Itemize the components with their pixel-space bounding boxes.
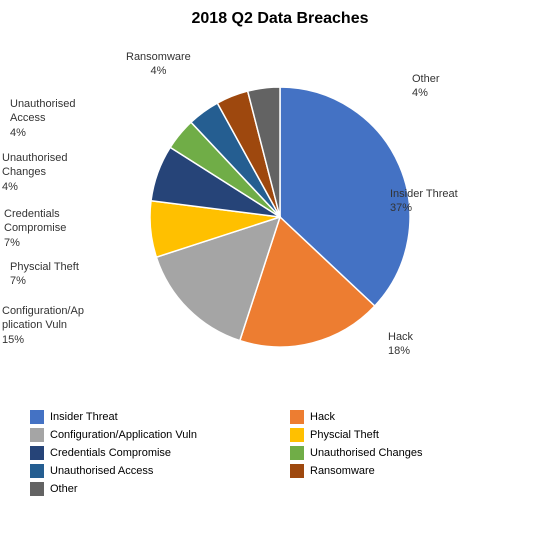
label-physical-theft: Physcial Theft7% [10,260,79,289]
legend-item: Unauthorised Changes [290,446,530,460]
chart-title: 2018 Q2 Data Breaches [192,10,369,28]
legend-color-box [290,428,304,442]
legend-color-box [290,464,304,478]
legend-item: Credentials Compromise [30,446,270,460]
label-other: Other4% [412,72,440,101]
legend-color-box [30,464,44,478]
legend-label: Unauthorised Access [50,465,153,477]
label-hack: Hack18% [388,330,413,359]
legend-label: Credentials Compromise [50,447,171,459]
label-insider-threat: Insider Threat37% [390,187,458,216]
legend-item: Unauthorised Access [30,464,270,478]
legend-label: Ransomware [310,465,375,477]
label-unauth-changes: UnauthorisedChanges4% [2,151,67,194]
legend-label: Unauthorised Changes [310,447,423,459]
pie-chart [130,67,430,367]
legend-color-box [290,446,304,460]
legend-label: Insider Threat [50,411,118,423]
label-ransomware: Ransomware4% [126,50,191,79]
legend-item: Physcial Theft [290,428,530,442]
legend: Insider Threat Hack Configuration/Applicat… [0,402,560,504]
legend-color-box [30,428,44,442]
legend-label: Physcial Theft [310,429,379,441]
legend-item: Insider Threat [30,410,270,424]
legend-item: Other [30,482,270,496]
legend-label: Other [50,483,78,495]
label-unauth-access: UnauthorisedAccess4% [10,97,75,140]
label-credentials: CredentialsCompromise7% [4,207,66,250]
legend-color-box [30,446,44,460]
main-container: 2018 Q2 Data Breaches Insider Threat37% … [0,0,560,537]
legend-label: Hack [310,411,335,423]
legend-item: Hack [290,410,530,424]
legend-label: Configuration/Application Vuln [50,429,197,441]
label-config-vuln: Configuration/Application Vuln15% [2,304,84,347]
legend-color-box [30,410,44,424]
chart-area: Insider Threat37% Hack18% Configuration/… [0,32,560,402]
legend-item: Ransomware [290,464,530,478]
legend-item: Configuration/Application Vuln [30,428,270,442]
legend-color-box [30,482,44,496]
legend-color-box [290,410,304,424]
